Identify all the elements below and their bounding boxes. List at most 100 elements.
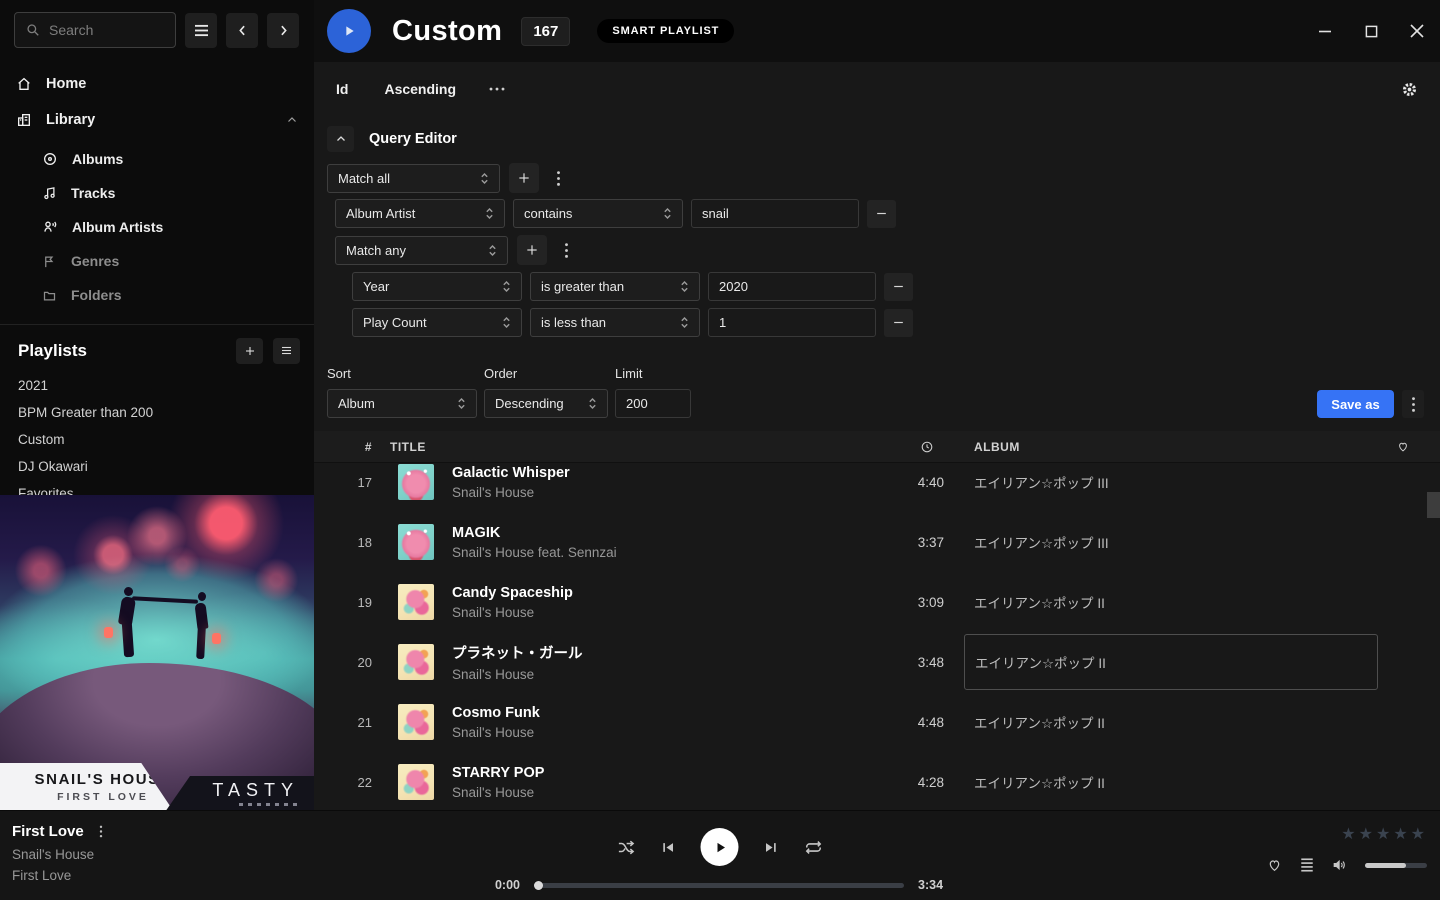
column-header-title[interactable]: TITLE	[390, 440, 426, 454]
search-input[interactable]	[49, 22, 159, 38]
order-select[interactable]: Descending	[484, 389, 608, 418]
sidebar-item-tracks[interactable]: Tracks	[42, 176, 314, 210]
repeat-icon[interactable]	[804, 838, 824, 857]
plus-icon	[517, 171, 531, 185]
album-art-thumbnail	[398, 524, 434, 560]
match-type-select[interactable]: Match all	[327, 164, 500, 193]
playlist-item[interactable]: Custom	[18, 426, 300, 453]
star-icon[interactable]	[1411, 824, 1425, 843]
table-row[interactable]: 19 Candy Spaceship Snail's House 3:09 エイ…	[314, 572, 1440, 632]
rule-operator-select[interactable]: is greater than	[530, 272, 700, 301]
sidebar-item-label: Library	[46, 112, 95, 128]
add-rule-button[interactable]	[517, 235, 547, 265]
add-playlist-button[interactable]	[236, 338, 263, 364]
gear-icon[interactable]	[1401, 81, 1418, 98]
star-icon[interactable]	[1376, 824, 1390, 843]
menu-button[interactable]	[185, 13, 217, 48]
rule-value-input[interactable]	[708, 272, 876, 301]
heart-icon[interactable]	[1396, 440, 1410, 453]
sort-field-button[interactable]: Id	[336, 81, 348, 97]
track-album-focused[interactable]: エイリアン☆ポップ II	[964, 634, 1378, 690]
table-row[interactable]: 17 Galactic Whisper Snail's House 4:40 エ…	[314, 463, 1440, 512]
track-number: 18	[314, 535, 372, 550]
table-row[interactable]: 18 MAGIK Snail's House feat. Sennzai 3:3…	[314, 512, 1440, 572]
rule-field-select[interactable]: Play Count	[352, 308, 522, 337]
star-icon[interactable]	[1341, 824, 1355, 843]
track-album[interactable]: エイリアン☆ポップ III	[974, 472, 1378, 492]
playlist-item[interactable]: DJ Okawari	[18, 453, 300, 480]
select-caret-icon	[480, 172, 489, 185]
star-icon[interactable]	[1359, 824, 1373, 843]
clock-icon[interactable]	[920, 440, 934, 454]
sort-select[interactable]: Album	[327, 389, 477, 418]
star-icon[interactable]	[1393, 824, 1407, 843]
play-playlist-button[interactable]	[327, 9, 371, 53]
page-title: Custom	[392, 15, 502, 48]
remove-rule-button[interactable]	[884, 273, 913, 301]
play-button[interactable]	[701, 828, 739, 866]
search-box[interactable]	[14, 12, 176, 48]
volume-slider[interactable]	[1365, 863, 1427, 868]
playlist-item[interactable]: 2021	[18, 372, 300, 399]
sidebar-item-genres[interactable]: Genres	[42, 244, 314, 278]
rule-value-input[interactable]	[708, 308, 876, 337]
rule-field-select[interactable]: Album Artist	[335, 199, 505, 228]
chevron-up-icon[interactable]	[286, 114, 298, 126]
kebab-icon[interactable]	[99, 824, 103, 839]
minimize-button[interactable]	[1317, 23, 1333, 39]
queue-icon[interactable]	[1299, 858, 1315, 872]
table-row[interactable]: 20 プラネット・ガール Snail's House 3:48 エイリアン☆ポッ…	[314, 632, 1440, 692]
remove-rule-button[interactable]	[884, 309, 913, 337]
kebab-icon[interactable]	[1402, 390, 1424, 418]
maximize-button[interactable]	[1363, 23, 1379, 39]
star-rating[interactable]	[1341, 824, 1425, 843]
save-as-button[interactable]: Save as	[1317, 390, 1394, 418]
track-number: 17	[314, 475, 372, 490]
ellipsis-icon[interactable]	[488, 86, 506, 92]
shuffle-icon[interactable]	[617, 838, 636, 857]
back-button[interactable]	[226, 13, 258, 48]
seek-handle[interactable]	[534, 881, 543, 890]
sidebar-item-home[interactable]: Home	[0, 66, 314, 102]
rule-value-input[interactable]	[691, 199, 859, 228]
match-type-select[interactable]: Match any	[335, 236, 508, 265]
forward-button[interactable]	[267, 13, 299, 48]
sidebar-item-albums[interactable]: Albums	[42, 142, 314, 176]
table-row[interactable]: 22 STARRY POP Snail's House 4:28 エイリアン☆ポ…	[314, 752, 1440, 810]
volume-icon[interactable]	[1331, 857, 1349, 873]
list-icon	[280, 345, 293, 357]
previous-track-icon[interactable]	[661, 840, 676, 855]
playback-controls	[617, 828, 824, 866]
next-track-icon[interactable]	[764, 840, 779, 855]
track-album[interactable]: エイリアン☆ポップ II	[974, 592, 1378, 612]
scrollbar-thumb[interactable]	[1427, 492, 1440, 518]
rule-operator-select[interactable]: is less than	[530, 308, 700, 337]
table-row[interactable]: 21 Cosmo Funk Snail's House 4:48 エイリアン☆ポ…	[314, 692, 1440, 752]
track-album[interactable]: エイリアン☆ポップ II	[974, 772, 1378, 792]
limit-input[interactable]	[615, 389, 691, 418]
kebab-icon[interactable]	[556, 235, 576, 265]
smart-playlist-options: Sort Album Order Descending Limit Save a…	[314, 366, 1440, 418]
sort-order-button[interactable]: Ascending	[384, 81, 456, 97]
add-rule-button[interactable]	[509, 163, 539, 193]
playlist-item[interactable]: BPM Greater than 200	[18, 399, 300, 426]
favorite-heart-icon[interactable]	[1266, 857, 1283, 873]
sidebar-item-album-artists[interactable]: Album Artists	[42, 210, 314, 244]
track-album[interactable]: エイリアン☆ポップ III	[974, 532, 1378, 552]
remove-rule-button[interactable]	[867, 200, 896, 228]
table-body: 17 Galactic Whisper Snail's House 4:40 エ…	[314, 463, 1440, 810]
track-title: Cosmo Funk	[452, 705, 864, 721]
kebab-icon[interactable]	[548, 163, 568, 193]
sidebar-item-folders[interactable]: Folders	[42, 278, 314, 312]
rule-operator-select[interactable]: contains	[513, 199, 683, 228]
rule-field-select[interactable]: Year	[352, 272, 522, 301]
disc-icon	[42, 151, 58, 167]
column-header-album[interactable]: ALBUM	[974, 440, 1020, 454]
column-header-number[interactable]: #	[314, 440, 372, 454]
seek-bar[interactable]	[534, 883, 904, 888]
track-album[interactable]: エイリアン☆ポップ II	[974, 712, 1378, 732]
close-button[interactable]	[1409, 23, 1425, 39]
playlist-list-button[interactable]	[273, 338, 300, 364]
collapse-query-editor-button[interactable]	[327, 126, 354, 152]
sidebar-item-library[interactable]: Library	[0, 102, 314, 138]
